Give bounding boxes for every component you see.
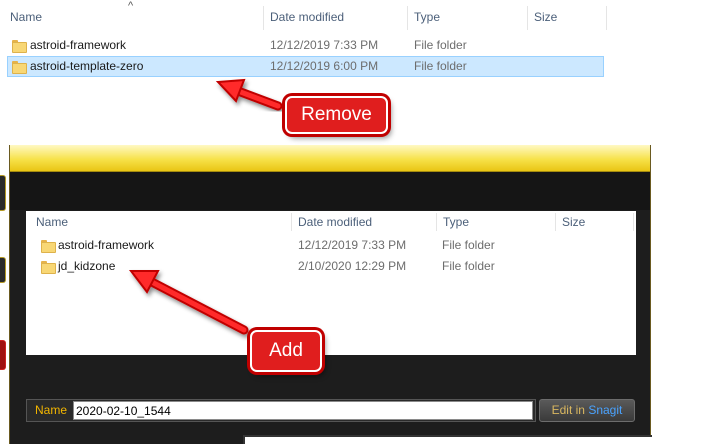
sort-ascending-icon: ^ bbox=[128, 0, 134, 12]
file-type: File folder bbox=[442, 238, 495, 252]
file-name-bar: Name bbox=[26, 399, 536, 422]
column-header-date-modified[interactable]: Date modified bbox=[292, 211, 372, 233]
column-header-size[interactable]: Size bbox=[556, 211, 585, 233]
column-header-date-modified[interactable]: Date modified bbox=[264, 0, 344, 34]
file-row-astroid-framework[interactable]: astroid-framework 12/12/2019 7:33 PM Fil… bbox=[7, 35, 604, 56]
file-row-astroid-framework[interactable]: astroid-framework 12/12/2019 7:33 PM Fil… bbox=[36, 235, 626, 256]
file-type: File folder bbox=[442, 259, 495, 273]
file-date-modified: 2/10/2020 12:29 PM bbox=[298, 259, 407, 273]
background-window-edge bbox=[243, 435, 652, 444]
column-divider[interactable] bbox=[606, 6, 607, 30]
side-panel-button[interactable] bbox=[0, 175, 6, 211]
column-header-name[interactable]: Name bbox=[4, 0, 42, 34]
file-name: jd_kidzone bbox=[58, 259, 116, 273]
folder-icon bbox=[41, 240, 56, 253]
file-name: astroid-template-zero bbox=[30, 59, 144, 73]
edit-in-snagit-button[interactable]: Edit in Snagit bbox=[539, 399, 635, 422]
side-panel-edge bbox=[0, 165, 6, 444]
file-row-jd-kidzone[interactable]: jd_kidzone 2/10/2020 12:29 PM File folde… bbox=[36, 256, 626, 277]
column-header-type[interactable]: Type bbox=[437, 211, 469, 233]
dialog-title-bar[interactable] bbox=[10, 145, 650, 172]
file-name: astroid-framework bbox=[30, 38, 127, 52]
folder-icon bbox=[12, 61, 27, 74]
dialog-toolbar-band bbox=[10, 172, 650, 210]
column-divider[interactable] bbox=[633, 213, 634, 231]
file-type: File folder bbox=[414, 59, 467, 73]
dialog-file-list: Name Date modified Type Size astroid-fra… bbox=[26, 211, 636, 355]
column-header-name[interactable]: Name bbox=[30, 211, 68, 233]
edit-in-label: Edit in bbox=[551, 403, 585, 417]
file-row-astroid-template-zero[interactable]: astroid-template-zero 12/12/2019 6:00 PM… bbox=[7, 56, 604, 77]
snagit-save-dialog: Name Date modified Type Size astroid-fra… bbox=[9, 145, 652, 444]
add-callout: Add bbox=[250, 330, 322, 372]
side-panel-button[interactable] bbox=[0, 257, 6, 283]
snagit-brand-label: Snagit bbox=[588, 403, 623, 417]
folder-icon bbox=[12, 40, 27, 53]
file-type: File folder bbox=[414, 38, 467, 52]
column-header-type[interactable]: Type bbox=[408, 0, 440, 34]
remove-callout: Remove bbox=[285, 96, 388, 134]
file-name-label: Name bbox=[35, 403, 68, 417]
file-date-modified: 12/12/2019 7:33 PM bbox=[270, 38, 379, 52]
file-date-modified: 12/12/2019 7:33 PM bbox=[298, 238, 407, 252]
column-header-size[interactable]: Size bbox=[528, 0, 557, 34]
folder-icon bbox=[41, 261, 56, 274]
file-name: astroid-framework bbox=[58, 238, 155, 252]
side-panel-button[interactable] bbox=[0, 340, 6, 370]
file-name-input[interactable] bbox=[73, 401, 533, 420]
file-date-modified: 12/12/2019 6:00 PM bbox=[270, 59, 379, 73]
